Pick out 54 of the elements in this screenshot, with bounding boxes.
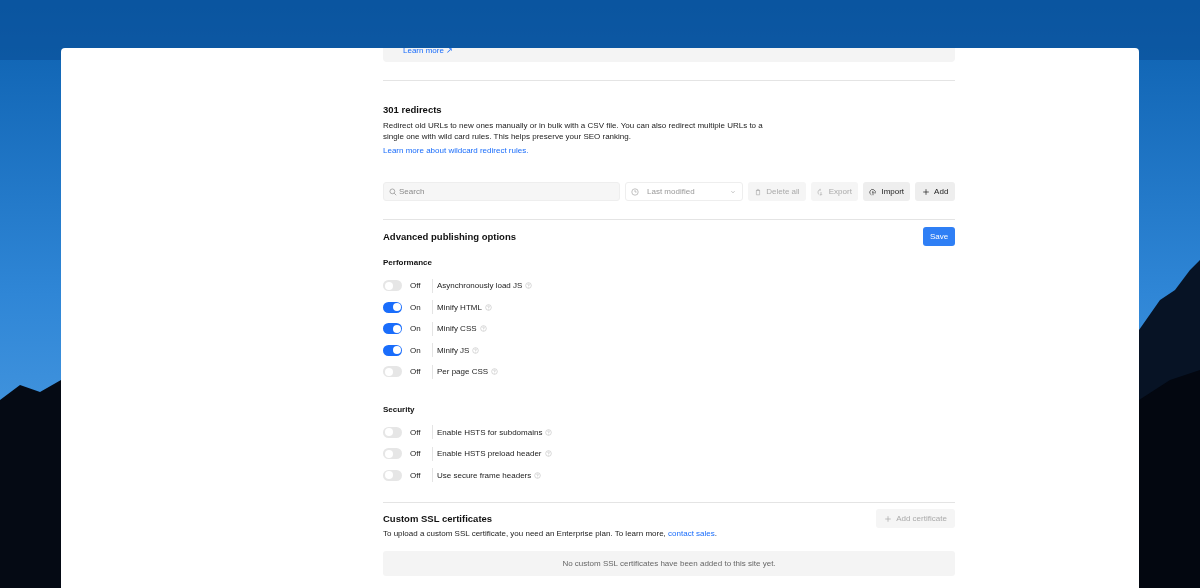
toggle-switch[interactable] [383, 469, 402, 481]
toggle-state: On [410, 324, 422, 334]
save-button[interactable]: Save [923, 227, 955, 246]
help-icon[interactable] [545, 428, 553, 436]
sort-dropdown[interactable]: Last modified [625, 182, 744, 201]
plus-icon [922, 187, 931, 196]
toggle-switch[interactable] [383, 448, 402, 460]
contact-sales-link[interactable]: contact sales [668, 529, 715, 538]
help-icon[interactable] [491, 368, 499, 376]
option-label: Enable HSTS for subdomains [437, 427, 543, 437]
toggle-switch[interactable] [383, 366, 402, 378]
toggle-switch[interactable] [383, 344, 402, 356]
toggle-switch[interactable] [383, 426, 402, 438]
help-icon[interactable] [534, 471, 542, 479]
toggle-state: Off [410, 367, 422, 377]
option-label: Minify JS [437, 345, 470, 355]
wildcard-rules-link[interactable]: Learn more about wildcard redirect rules. [383, 146, 529, 156]
toggle-switch[interactable] [383, 301, 402, 313]
section-title: Custom SSL certificates [383, 512, 493, 525]
help-icon[interactable] [544, 450, 552, 458]
toggle-state: Off [410, 470, 422, 480]
toggle-state: Off [410, 449, 422, 459]
group-title: Security [383, 404, 416, 415]
ssl-description: To upload a custom SSL certificate, you need an Enterprise plan. To learn more, contact sales. [383, 529, 717, 539]
import-icon [869, 187, 878, 196]
option-label: Use secure frame headers [437, 470, 532, 480]
empty-state: No custom SSL certificates have been added to this site yet. [383, 551, 955, 576]
export-icon [816, 187, 825, 196]
import-button[interactable]: Import [863, 182, 911, 201]
toggle-switch[interactable] [383, 280, 402, 292]
toggle-state: Off [410, 427, 422, 437]
option-label: Minify HTML [437, 302, 482, 312]
clock-icon [631, 187, 639, 196]
section-title: Advanced publishing options [383, 230, 516, 243]
option-label: Minify CSS [437, 324, 477, 334]
option-label: Per page CSS [437, 367, 489, 377]
toggle-state: Off [410, 281, 422, 291]
add-button[interactable]: Add [915, 182, 955, 201]
help-icon[interactable] [479, 325, 487, 333]
trash-icon [754, 187, 763, 196]
toggle-state: On [410, 345, 422, 355]
section-description: Redirect old URLs to new ones manually or in bulk with a CSV file. You can also redirect multiple URLs to a single one with wild card rules. This helps preserve your SEO ranking. [383, 120, 763, 142]
option-label: Asynchronously load JS [437, 281, 523, 291]
toggle-switch[interactable] [383, 323, 402, 335]
section-title: 301 redirects [383, 104, 442, 116]
help-icon[interactable] [484, 303, 492, 311]
option-label: Enable HSTS preload header [437, 449, 542, 459]
group-title: Performance [383, 258, 433, 268]
toggle-state: On [410, 302, 422, 312]
help-icon[interactable] [472, 346, 480, 354]
help-icon[interactable] [525, 282, 533, 290]
search-icon [389, 187, 397, 196]
plus-icon [884, 514, 893, 523]
search-field[interactable]: Search [383, 182, 620, 201]
